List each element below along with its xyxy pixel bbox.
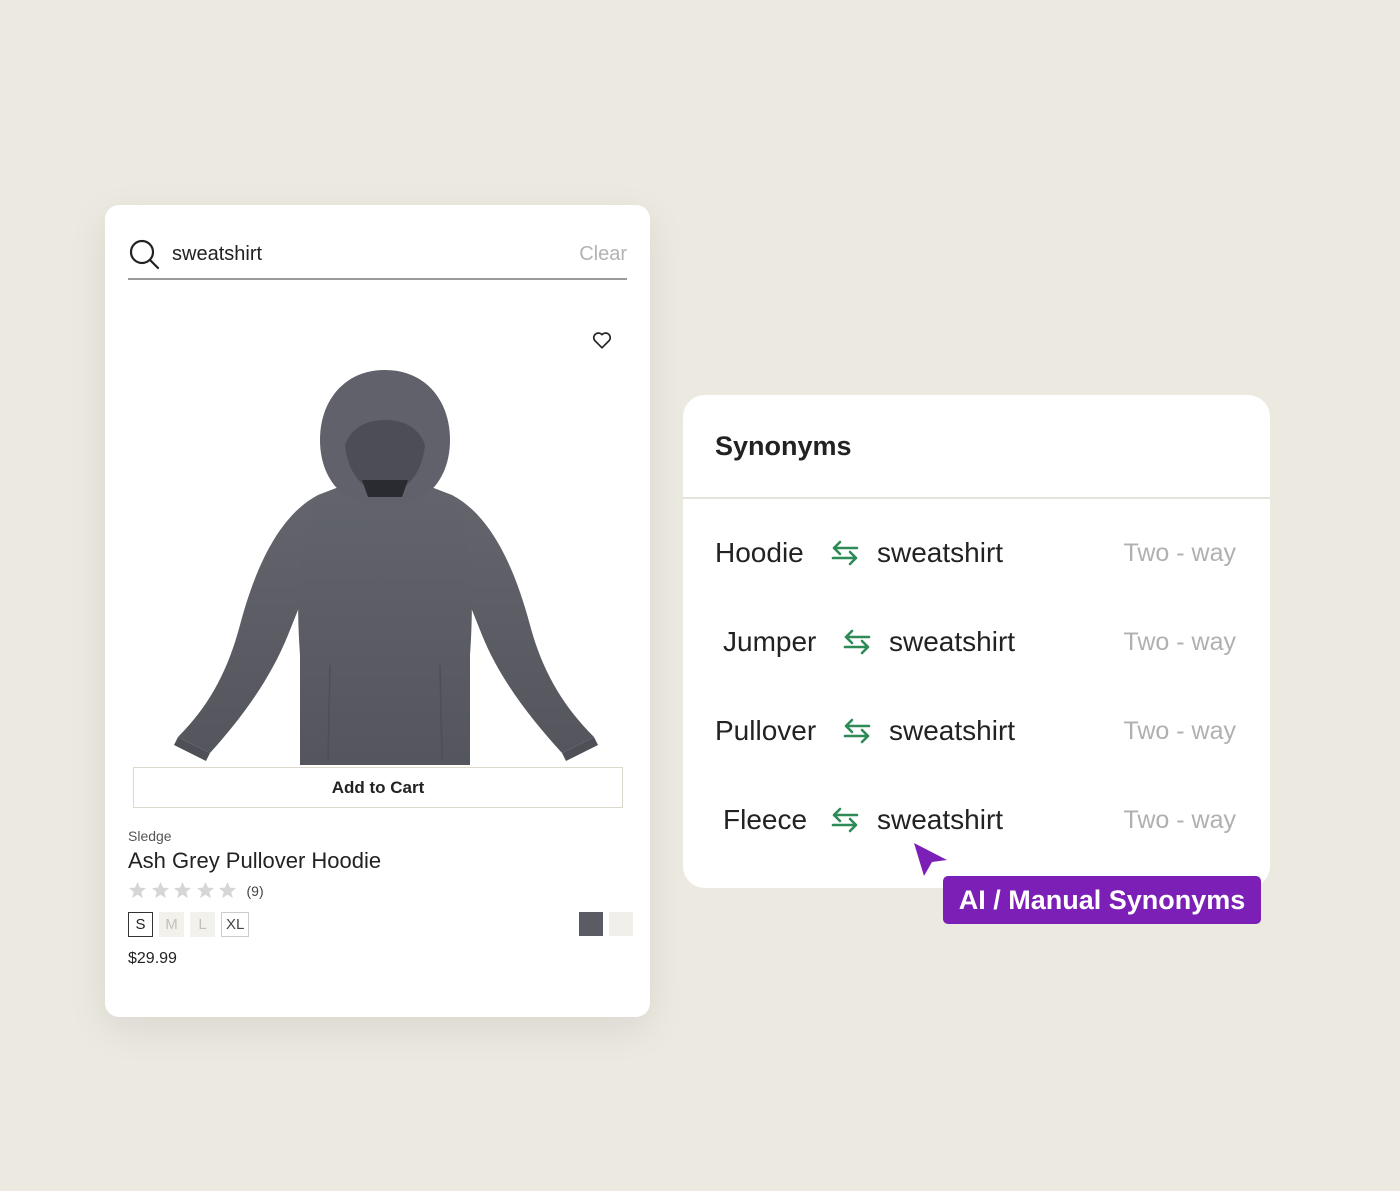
synonym-mode[interactable]: Two - way	[1123, 528, 1236, 578]
synonyms-title: Synonyms	[715, 430, 852, 461]
search-icon[interactable]	[128, 238, 160, 270]
swap-arrows-icon	[831, 807, 859, 833]
synonym-term: Pullover	[715, 715, 817, 746]
size-option-xl[interactable]: XL	[221, 912, 250, 937]
synonym-target: sweatshirt	[877, 537, 1004, 568]
heart-icon[interactable]	[591, 329, 613, 351]
star-icon	[218, 881, 237, 899]
synonym-target: sweatshirt	[889, 626, 1016, 657]
synonym-term: Jumper	[723, 626, 817, 657]
star-icon	[196, 881, 214, 899]
color-swatch-cream[interactable]	[609, 912, 633, 936]
star-icon	[151, 881, 169, 899]
add-to-cart-button[interactable]: Add to Cart	[133, 767, 623, 808]
size-option-s[interactable]: S	[128, 912, 153, 937]
star-icon	[128, 881, 147, 899]
synonym-row[interactable]: Hoodie sweatshirt Two - way	[683, 528, 1270, 578]
product-search-card: sweatshirt Clear Add to Cart Sledge Ash …	[105, 205, 650, 1017]
color-swatches	[573, 912, 633, 936]
synonyms-header: Synonyms	[683, 395, 1270, 499]
synonyms-panel: Synonyms Hoodie sweatshirt Two - way Jum…	[683, 395, 1270, 888]
synonym-target: sweatshirt	[889, 715, 1016, 746]
swap-arrows-icon	[843, 718, 871, 744]
synonym-row[interactable]: Fleece sweatshirt Two - way	[683, 795, 1270, 845]
synonym-target: sweatshirt	[877, 804, 1004, 835]
color-swatch-grey[interactable]	[579, 912, 603, 936]
product-image[interactable]	[170, 365, 600, 765]
synonym-term: Hoodie	[715, 537, 804, 568]
size-option-m[interactable]: M	[159, 912, 184, 937]
star-icon	[173, 881, 192, 899]
size-option-l[interactable]: L	[190, 912, 215, 937]
synonym-term: Fleece	[723, 804, 808, 835]
swap-arrows-icon	[843, 629, 871, 655]
product-rating: (9)	[128, 881, 264, 900]
product-title[interactable]: Ash Grey Pullover Hoodie	[128, 848, 381, 874]
synonym-mode[interactable]: Two - way	[1123, 706, 1236, 756]
synonym-mode[interactable]: Two - way	[1123, 795, 1236, 845]
product-brand: Sledge	[128, 828, 172, 844]
synonym-row[interactable]: Jumper sweatshirt Two - way	[683, 617, 1270, 667]
synonym-row[interactable]: Pullover sweatshirt Two - way	[683, 706, 1270, 756]
swap-arrows-icon	[831, 540, 859, 566]
product-price: $29.99	[128, 950, 177, 967]
search-input[interactable]: sweatshirt	[172, 243, 579, 266]
search-bar: sweatshirt Clear	[128, 230, 627, 280]
clear-button[interactable]: Clear	[579, 243, 627, 266]
review-count: (9)	[246, 882, 264, 899]
ai-manual-synonyms-badge: AI / Manual Synonyms	[943, 876, 1261, 924]
cursor-pointer-icon	[914, 843, 947, 876]
size-selector: S M L XL	[128, 912, 255, 937]
synonym-mode[interactable]: Two - way	[1123, 617, 1236, 667]
